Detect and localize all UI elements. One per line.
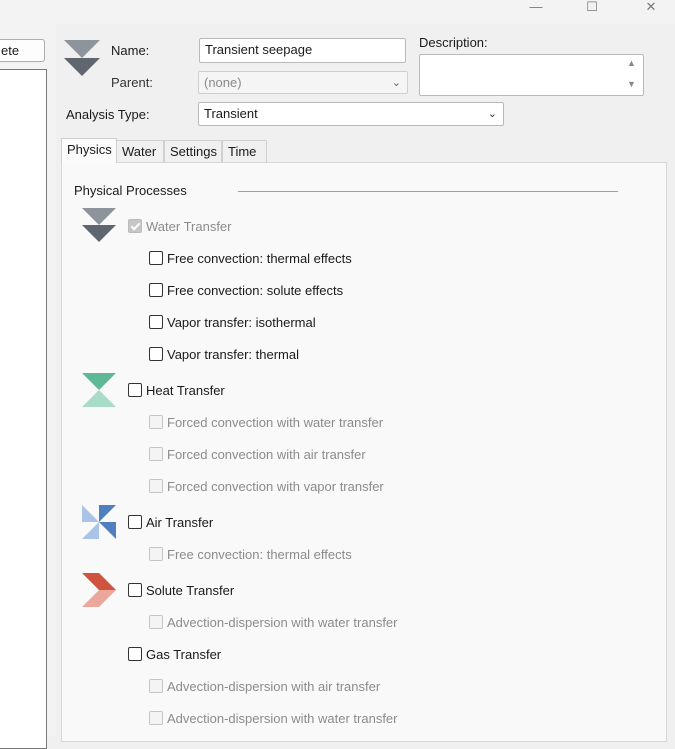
free-convection-solute-row[interactable]: Free convection: solute effects	[149, 280, 343, 300]
forced-convection-water-checkbox	[149, 415, 163, 429]
free-convection-thermal-row[interactable]: Free convection: thermal effects	[149, 248, 352, 268]
option-label: Advection-dispersion with air transfer	[167, 678, 381, 694]
solute-advection-water-checkbox	[149, 615, 163, 629]
minimize-button[interactable]: —	[516, 0, 556, 24]
water-transfer-checkbox[interactable]	[128, 219, 142, 233]
forced-convection-vapor-checkbox	[149, 479, 163, 493]
description-scroll-up-icon[interactable]: ▲	[627, 58, 636, 68]
option-label: Free convection: solute effects	[167, 282, 344, 298]
forced-convection-air-checkbox	[149, 447, 163, 461]
heat-transfer-checkbox-row[interactable]: Heat Transfer	[128, 380, 225, 400]
tab-settings[interactable]: Settings	[164, 140, 222, 162]
option-label: Forced convection with air transfer	[167, 446, 366, 462]
free-convection-thermal-checkbox[interactable]	[149, 251, 163, 265]
option-label: Advection-dispersion with water transfer	[167, 710, 398, 726]
gas-advection-air-checkbox	[149, 679, 163, 693]
solute-transfer-label: Solute Transfer	[146, 582, 235, 598]
name-field[interactable]: Transient seepage	[199, 38, 406, 63]
vapor-thermal-row[interactable]: Vapor transfer: thermal	[149, 344, 299, 364]
maximize-button[interactable]: ☐	[572, 0, 612, 24]
vapor-thermal-checkbox[interactable]	[149, 347, 163, 361]
option-label: Vapor transfer: thermal	[167, 346, 299, 362]
parent-label: Parent:	[111, 75, 153, 90]
chevron-down-icon: ⌄	[391, 77, 401, 89]
air-free-convection-row: Free convection: thermal effects	[149, 544, 352, 564]
water-transfer-label: Water Transfer	[146, 218, 232, 234]
close-icon: ✕	[645, 0, 657, 14]
forced-convection-air-row: Forced convection with air transfer	[149, 444, 366, 464]
tab-time[interactable]: Time	[222, 140, 267, 162]
chevron-down-icon: ⌄	[487, 108, 497, 120]
close-button[interactable]: ✕	[631, 0, 671, 24]
analysis-type-dropdown[interactable]: Transient ⌄	[198, 102, 504, 126]
gas-advection-water-checkbox	[149, 711, 163, 725]
air-transfer-checkbox-row[interactable]: Air Transfer	[128, 512, 213, 532]
gas-advection-water-row: Advection-dispersion with water transfer	[149, 708, 398, 728]
gas-transfer-label: Gas Transfer	[146, 646, 222, 662]
description-field[interactable]	[419, 54, 644, 96]
tab-physics[interactable]: Physics	[61, 138, 117, 163]
parent-dropdown: (none) ⌄	[198, 71, 408, 94]
option-label: Vapor transfer: isothermal	[167, 314, 316, 330]
option-label: Forced convection with vapor transfer	[167, 478, 384, 494]
forced-convection-water-row: Forced convection with water transfer	[149, 412, 383, 432]
water-transfer-icon	[82, 208, 116, 242]
section-divider	[238, 191, 618, 192]
tab-water[interactable]: Water	[116, 140, 164, 162]
gas-transfer-checkbox[interactable]	[128, 647, 142, 661]
gas-transfer-checkbox-row[interactable]: Gas Transfer	[128, 644, 221, 664]
solute-advection-water-row: Advection-dispersion with water transfer	[149, 612, 398, 632]
gas-advection-air-row: Advection-dispersion with air transfer	[149, 676, 380, 696]
analysis-tree-list[interactable]	[0, 69, 47, 749]
parent-value: (none)	[204, 75, 242, 90]
name-label: Name:	[111, 43, 150, 58]
solute-transfer-checkbox-row[interactable]: Solute Transfer	[128, 580, 234, 600]
analysis-type-value: Transient	[204, 106, 258, 121]
air-transfer-icon	[82, 505, 116, 539]
option-label: Free convection: thermal effects	[167, 250, 352, 266]
heat-transfer-icon	[82, 373, 116, 407]
heat-transfer-checkbox[interactable]	[128, 383, 142, 397]
vapor-isothermal-checkbox[interactable]	[149, 315, 163, 329]
physical-processes-heading: Physical Processes	[74, 183, 187, 198]
free-convection-solute-checkbox[interactable]	[149, 283, 163, 297]
water-transfer-checkbox-row[interactable]: Water Transfer	[128, 216, 231, 236]
forced-convection-vapor-row: Forced convection with vapor transfer	[149, 476, 384, 496]
solute-transfer-checkbox[interactable]	[128, 583, 142, 597]
vapor-isothermal-row[interactable]: Vapor transfer: isothermal	[149, 312, 316, 332]
air-free-convection-checkbox	[149, 547, 163, 561]
option-label: Advection-dispersion with water transfer	[167, 614, 398, 630]
description-label: Description:	[419, 35, 488, 50]
option-label: Free convection: thermal effects	[167, 546, 352, 562]
analysis-water-icon	[64, 40, 100, 76]
heat-transfer-label: Heat Transfer	[146, 382, 225, 398]
air-transfer-checkbox[interactable]	[128, 515, 142, 529]
analysis-type-label: Analysis Type:	[66, 107, 150, 122]
maximize-icon: ☐	[586, 0, 598, 14]
description-scroll-down-icon[interactable]: ▼	[627, 79, 636, 89]
delete-button[interactable]: ete	[0, 39, 45, 62]
option-label: Forced convection with water transfer	[167, 414, 384, 430]
solute-transfer-icon	[82, 573, 116, 607]
minimize-icon: —	[529, 0, 543, 14]
air-transfer-label: Air Transfer	[146, 514, 214, 530]
